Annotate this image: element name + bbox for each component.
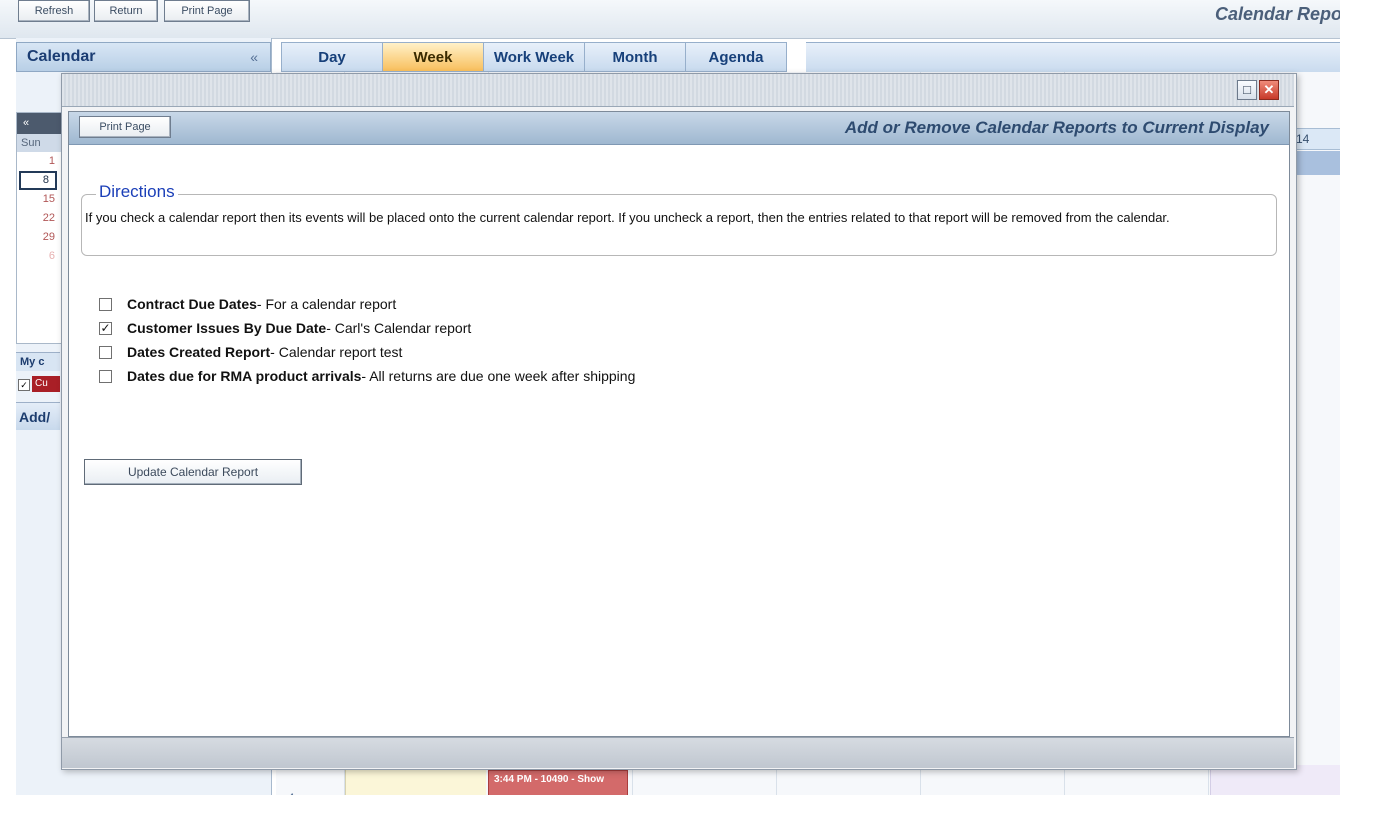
report-checkbox[interactable] [99, 369, 112, 383]
mini-calendar-day-selected[interactable]: 8 [19, 171, 57, 190]
calendar-checkbox[interactable]: ✓ [18, 379, 30, 391]
report-row-dates-created[interactable]: Dates Created Report - Calendar report t… [99, 342, 402, 362]
report-checkbox[interactable] [99, 345, 112, 359]
report-row-rma-arrivals[interactable]: Dates due for RMA product arrivals - All… [99, 366, 635, 386]
report-name: Dates due for RMA product arrivals [127, 368, 362, 384]
dialog-title: Add or Remove Calendar Reports to Curren… [844, 118, 1269, 137]
tab-work-week[interactable]: Work Week [483, 42, 585, 72]
top-toolbar: Refresh Return Print Page Calendar Repor… [0, 0, 1373, 39]
tab-week[interactable]: Week [382, 42, 484, 72]
mini-calendar-day[interactable]: 15 [17, 190, 61, 209]
mini-calendar: « Sun 1 8 15 22 29 6 [16, 112, 62, 344]
tab-agenda[interactable]: Agenda [685, 42, 787, 72]
refresh-button[interactable]: Refresh [18, 0, 90, 22]
report-checkbox[interactable] [99, 297, 112, 311]
return-button[interactable]: Return [94, 0, 158, 22]
report-row-customer-issues[interactable]: ✓ Customer Issues By Due Date - Carl's C… [99, 318, 471, 338]
report-description: - For a calendar report [256, 296, 397, 312]
tab-day[interactable]: Day [281, 42, 383, 72]
collapse-panel-button[interactable]: « [250, 49, 258, 65]
dialog-header: Print Page Add or Remove Calendar Report… [69, 112, 1289, 145]
tab-month[interactable]: Month [584, 42, 686, 72]
event-title: 3:44 PM - 10490 - Show [494, 774, 605, 785]
mini-calendar-day[interactable]: 6 [17, 247, 61, 266]
dialog-print-page-button[interactable]: Print Page [79, 116, 171, 138]
directions-legend: Directions [96, 182, 178, 202]
report-description: - All returns are due one week after shi… [361, 368, 636, 384]
mini-calendar-day-header: Sun [17, 134, 61, 152]
report-name: Contract Due Dates [127, 296, 257, 312]
mini-calendar-day[interactable]: 1 [17, 152, 61, 171]
maximize-button[interactable]: □ [1237, 80, 1257, 100]
report-checkbox-checked[interactable]: ✓ [99, 321, 112, 335]
mini-calendar-prev-button[interactable]: « [17, 113, 61, 134]
report-name: Customer Issues By Due Date [127, 320, 327, 336]
my-calendars-label: My c [16, 352, 60, 371]
page-title: Calendar Report [1214, 4, 1355, 24]
torn-edge-bottom [0, 795, 1373, 823]
add-remove-link[interactable]: Add/ [16, 402, 60, 430]
torn-edge-right [1340, 0, 1373, 823]
tabs-fill [806, 42, 1373, 74]
dialog-footer [62, 737, 1294, 768]
view-tabs: Day Week Work Week Month Agenda [281, 42, 787, 72]
report-name: Dates Created Report [127, 344, 271, 360]
report-description: - Calendar report test [270, 344, 403, 360]
print-page-button[interactable]: Print Page [164, 0, 250, 22]
mini-calendar-day[interactable]: 22 [17, 209, 61, 228]
close-button[interactable]: ✕ [1259, 80, 1279, 100]
mini-calendar-day[interactable]: 29 [17, 228, 61, 247]
report-row-contract-due-dates[interactable]: Contract Due Dates - For a calendar repo… [99, 294, 396, 314]
calendar-header: Calendar « [16, 42, 271, 72]
directions-box: Directions If you check a calendar repor… [81, 182, 1277, 256]
calendar-title: Calendar [27, 48, 96, 65]
directions-text: If you check a calendar report then its … [85, 210, 1170, 225]
report-dialog: □ ✕ Print Page Add or Remove Calendar Re… [61, 73, 1297, 770]
dialog-titlebar[interactable]: □ ✕ [62, 74, 1294, 107]
dialog-body: Print Page Add or Remove Calendar Report… [68, 111, 1290, 737]
report-description: - Carl's Calendar report [326, 320, 472, 336]
calendar-chip: Cu [32, 376, 60, 392]
update-calendar-report-button[interactable]: Update Calendar Report [84, 459, 302, 485]
